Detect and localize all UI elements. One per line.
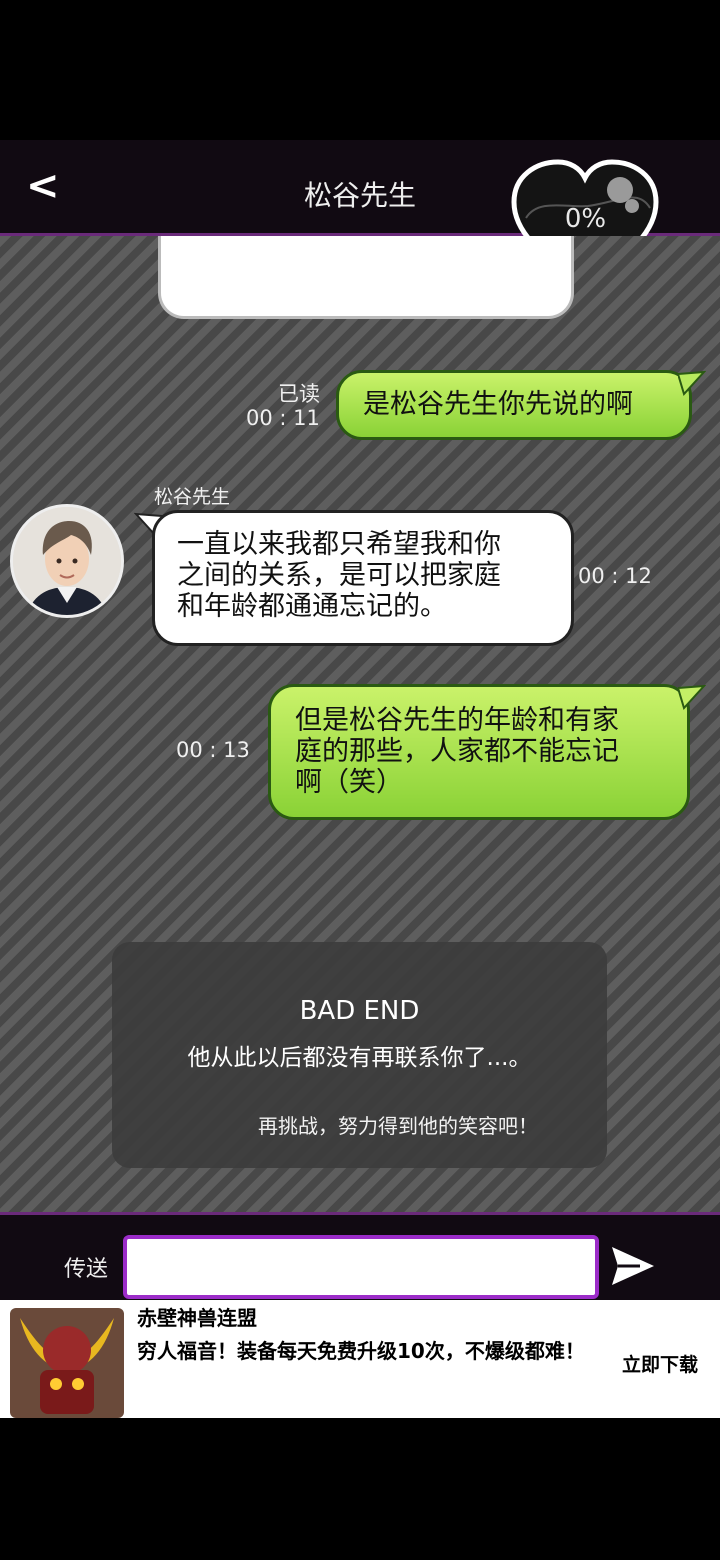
read-receipt: 已读 bbox=[278, 382, 320, 406]
message-line: 和年龄都通通忘记的。 bbox=[177, 591, 447, 622]
message-bubble-sent: 是松谷先生你先说的啊 bbox=[336, 370, 692, 440]
message-text: 一直以来我都只希望我和你 之间的关系，是可以把家庭 和年龄都通通忘记的。 bbox=[177, 529, 501, 622]
status-area bbox=[0, 0, 720, 140]
message-bubble-received: 一直以来我都只希望我和你 之间的关系，是可以把家庭 和年龄都通通忘记的。 bbox=[152, 510, 574, 646]
download-button[interactable]: 立即下载 bbox=[622, 1350, 698, 1377]
bubble-tail bbox=[678, 684, 706, 710]
ad-description[interactable]: 穷人福音！装备每天免费升级10次，不爆级都难！ bbox=[137, 1336, 587, 1366]
message-line: 一直以来我都只希望我和你 bbox=[177, 529, 501, 560]
send-icon[interactable] bbox=[610, 1245, 656, 1287]
previous-message-bubble bbox=[158, 236, 574, 319]
contact-avatar-image bbox=[13, 507, 121, 615]
avatar[interactable] bbox=[10, 504, 124, 618]
sender-name: 松谷先生 bbox=[154, 486, 231, 508]
ad-title[interactable]: 赤壁神兽连盟 bbox=[137, 1302, 257, 1331]
message-text: 但是松谷先生的年龄和有家 庭的那些，人家都不能忘记 啊（笑） bbox=[295, 705, 619, 798]
message-time: 00 : 12 bbox=[578, 564, 652, 588]
message-time: 00 : 11 bbox=[246, 406, 320, 430]
message-input[interactable] bbox=[123, 1235, 599, 1299]
message-input-bar: 传送 bbox=[0, 1212, 720, 1303]
message-bubble-sent: 但是松谷先生的年龄和有家 庭的那些，人家都不能忘记 啊（笑） bbox=[268, 684, 690, 820]
affection-percent: 0% bbox=[564, 204, 607, 234]
ending-subtitle: 他从此以后都没有再联系你了...。 bbox=[187, 1045, 532, 1071]
send-label: 传送 bbox=[64, 1257, 109, 1282]
message-line: 但是松谷先生的年龄和有家 bbox=[295, 705, 619, 736]
chat-area[interactable]: 已读 00 : 11 是松谷先生你先说的啊 松谷先生 一直以来我都只希望我和你 … bbox=[0, 236, 720, 1212]
message-line: 啊（笑） bbox=[295, 767, 403, 798]
ending-title: BAD END bbox=[299, 996, 420, 1026]
ad-banner[interactable]: 赤壁神兽连盟 穷人福音！装备每天免费升级10次，不爆级都难！ 立即下载 bbox=[0, 1300, 720, 1418]
warrior-helmet-icon bbox=[10, 1308, 124, 1418]
message-line: 之间的关系，是可以把家庭 bbox=[177, 560, 501, 591]
bubble-tail bbox=[678, 370, 706, 396]
ad-image[interactable] bbox=[10, 1308, 124, 1418]
message-line: 庭的那些，人家都不能忘记 bbox=[295, 736, 619, 767]
navigation-area bbox=[0, 1418, 720, 1560]
bad-end-panel: BAD END 他从此以后都没有再联系你了...。 再挑战，努力得到他的笑容吧！ bbox=[112, 942, 607, 1168]
message-text: 是松谷先生你先说的啊 bbox=[363, 389, 633, 420]
message-time: 00 : 13 bbox=[176, 738, 250, 762]
retry-prompt[interactable]: 再挑战，努力得到他的笑容吧！ bbox=[258, 1110, 538, 1139]
